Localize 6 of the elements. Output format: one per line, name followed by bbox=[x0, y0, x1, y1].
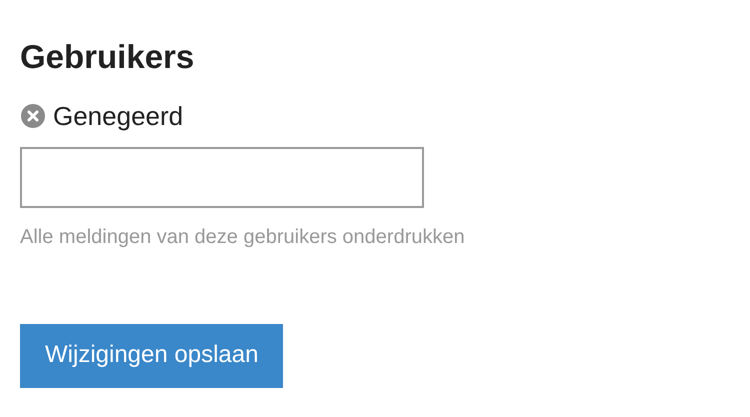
section-title: Gebruikers bbox=[20, 37, 196, 77]
input-field[interactable] bbox=[20, 147, 424, 208]
field-hint: Alle meldingen van deze gebruikers onderdrukken bbox=[20, 225, 466, 250]
save-button[interactable]: Wijzigingen opslaan bbox=[20, 324, 284, 388]
field-label: Genegeerd bbox=[53, 100, 184, 133]
close-icon bbox=[21, 104, 45, 128]
